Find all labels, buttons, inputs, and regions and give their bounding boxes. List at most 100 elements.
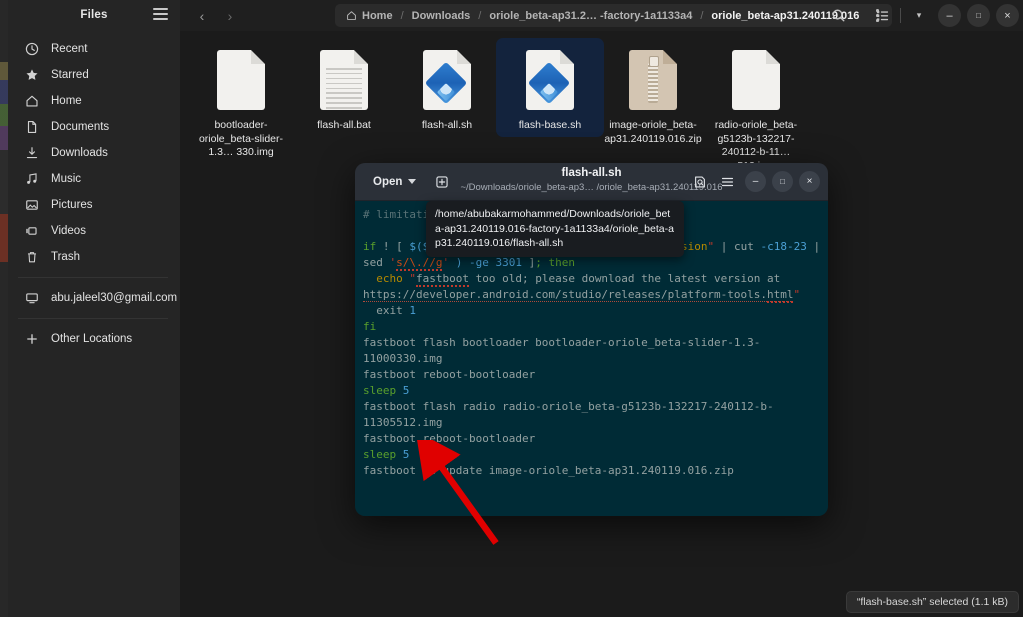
breadcrumb: Home / Downloads / oriole_beta-ap31.2… -… <box>335 4 892 27</box>
file-name: image-oriole_beta-ap31.240119.016.zip <box>599 119 707 146</box>
sidebar-item-label: Videos <box>51 225 86 237</box>
image-icon <box>22 197 42 213</box>
header-bar: ‹ › Home / Downloads / oriole_beta-ap31.… <box>180 0 1023 31</box>
file-item-radio-img[interactable]: radio-oriole_beta-g5123b-132217-240112-b… <box>702 38 810 177</box>
sidebar-title: Files <box>80 9 107 21</box>
code-line-fi: fi <box>363 320 376 333</box>
code-line-echo: echo "fastboot too old; please download … <box>363 272 800 302</box>
file-name: bootloader-oriole_beta-slider-1.3… 330.i… <box>187 119 295 160</box>
sidebar-item-starred[interactable]: Starred <box>8 62 180 88</box>
archive-icon <box>599 44 707 116</box>
code-line-flash-radio: fastboot flash radio radio-oriole_beta-g… <box>363 400 774 429</box>
minimize-button[interactable]: – <box>938 4 961 27</box>
toolbar-divider <box>900 8 901 23</box>
clock-icon <box>22 41 42 57</box>
sidebar-item-label: Downloads <box>51 147 108 159</box>
sidebar-item-label: Other Locations <box>51 333 132 345</box>
sidebar-item-home[interactable]: Home <box>8 88 180 114</box>
code-line-update: fastboot -w update image-oriole_beta-ap3… <box>363 464 734 477</box>
sidebar-item-pictures[interactable]: Pictures <box>8 192 180 218</box>
sidebar-item-label: Documents <box>51 121 109 133</box>
file-item-bootloader-img[interactable]: bootloader-oriole_beta-slider-1.3… 330.i… <box>187 38 295 164</box>
search-icon[interactable] <box>825 3 851 28</box>
sidebar-item-label: Home <box>51 95 82 107</box>
editor-text-area[interactable]: # limitations under the License. if ! [ … <box>355 201 828 516</box>
close-button[interactable]: × <box>996 4 1019 27</box>
status-badge: “flash-base.sh” selected (1.1 kB) <box>846 591 1019 613</box>
code-line-flash-bootloader: fastboot flash bootloader bootloader-ori… <box>363 336 760 365</box>
sidebar-item-documents[interactable]: Documents <box>8 114 180 140</box>
text-editor-window: Open flash-all.sh ~/Downloads/oriole_bet… <box>355 163 828 516</box>
open-button-label: Open <box>373 176 402 188</box>
breadcrumb-separator: / <box>400 10 405 22</box>
breadcrumb-item-factory-folder[interactable]: oriole_beta-ap31.2… -factory-1a1133a4 <box>482 6 699 25</box>
code-line-exit: exit 1 <box>363 304 416 317</box>
sidebar-item-downloads[interactable]: Downloads <box>8 140 180 166</box>
chevron-down-icon <box>408 179 416 184</box>
save-icon[interactable] <box>688 170 712 193</box>
sidebar-item-label: Trash <box>51 251 80 263</box>
editor-maximize-button[interactable]: □ <box>772 171 793 192</box>
star-icon <box>22 67 42 83</box>
sidebar-list: Recent Starred Home <box>8 36 180 352</box>
path-tooltip: /home/abubakarmohammed/Downloads/oriole_… <box>426 201 684 257</box>
editor-minimize-button[interactable]: – <box>745 171 766 192</box>
sidebar-item-account[interactable]: abu.jaleel30@gmail.com <box>8 285 180 311</box>
screen: Files Recent Starred <box>0 0 1023 617</box>
sidebar-item-other-locations[interactable]: Other Locations <box>8 326 180 352</box>
file-item-flash-base-sh[interactable]: flash-base.sh <box>496 38 604 137</box>
sidebar: Files Recent Starred <box>8 0 180 617</box>
file-name: flash-base.sh <box>496 119 604 133</box>
list-view-icon[interactable] <box>869 3 895 28</box>
back-button[interactable]: ‹ <box>188 4 216 28</box>
breadcrumb-label: Home <box>362 10 393 22</box>
code-line-reboot-2: fastboot reboot-bootloader <box>363 432 535 445</box>
open-button[interactable]: Open <box>365 170 424 194</box>
text-file-icon <box>290 44 398 116</box>
file-item-flash-all-bat[interactable]: flash-all.bat <box>290 38 398 137</box>
sidebar-item-music[interactable]: Music <box>8 166 180 192</box>
sidebar-header: Files <box>8 0 180 30</box>
music-note-icon <box>22 171 42 187</box>
trash-icon <box>22 249 42 265</box>
editor-close-button[interactable]: × <box>799 171 820 192</box>
sidebar-item-label: Music <box>51 173 81 185</box>
new-document-button[interactable] <box>430 171 454 193</box>
image-file-icon <box>702 44 810 116</box>
sidebar-account-label: abu.jaleel30@gmail.com <box>51 292 177 304</box>
image-file-icon <box>187 44 295 116</box>
file-item-flash-all-sh[interactable]: flash-all.sh <box>393 38 501 137</box>
file-name: flash-all.bat <box>290 119 398 133</box>
sidebar-item-label: Starred <box>51 69 89 81</box>
editor-header-bar: Open flash-all.sh ~/Downloads/oriole_bet… <box>355 163 828 201</box>
code-line-sleep-1: sleep 5 <box>363 384 409 397</box>
code-line-blank <box>363 224 370 237</box>
file-item-image-zip[interactable]: image-oriole_beta-ap31.240119.016.zip <box>599 38 707 150</box>
sidebar-item-trash[interactable]: Trash <box>8 244 180 270</box>
hamburger-menu-icon[interactable] <box>715 170 739 193</box>
breadcrumb-item-home[interactable]: Home <box>339 6 400 25</box>
maximize-button[interactable]: □ <box>967 4 990 27</box>
video-icon <box>22 223 42 239</box>
header-actions: ▾ – □ × <box>825 3 1019 28</box>
sidebar-divider-2 <box>18 318 168 319</box>
sidebar-divider-1 <box>18 277 168 278</box>
document-icon <box>22 119 42 135</box>
sidebar-item-label: Pictures <box>51 199 93 211</box>
sidebar-item-videos[interactable]: Videos <box>8 218 180 244</box>
shell-script-icon <box>393 44 501 116</box>
home-icon <box>346 10 357 21</box>
download-icon <box>22 145 42 161</box>
code-line-sleep-2: sleep 5 <box>363 448 409 461</box>
forward-button[interactable]: › <box>216 4 244 28</box>
computer-icon <box>22 290 42 306</box>
view-options-chevron-down-icon[interactable]: ▾ <box>906 3 932 28</box>
shell-script-icon <box>496 44 604 116</box>
sidebar-item-recent[interactable]: Recent <box>8 36 180 62</box>
plus-icon <box>22 331 42 347</box>
editor-actions: – □ × <box>688 170 820 193</box>
tooltip-text: /home/abubakarmohammed/Downloads/oriole_… <box>435 207 675 251</box>
breadcrumb-item-downloads[interactable]: Downloads <box>405 6 478 25</box>
background-window-strip <box>0 0 8 617</box>
sidebar-menu-icon[interactable] <box>153 8 168 21</box>
